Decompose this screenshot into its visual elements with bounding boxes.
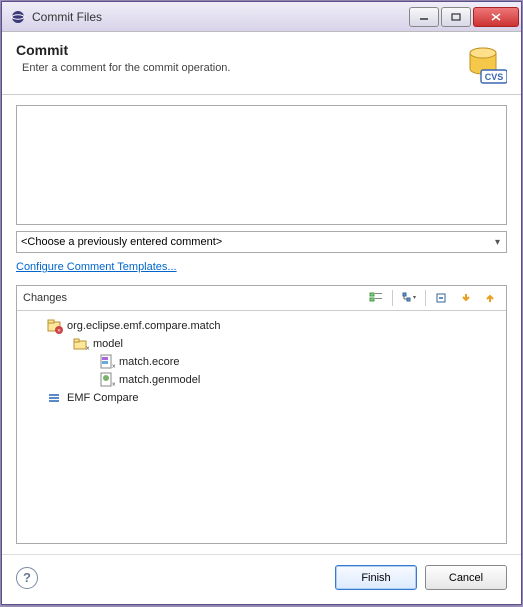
maximize-button[interactable]: [441, 7, 471, 27]
header-title: Commit: [16, 42, 465, 58]
flat-list-icon[interactable]: [366, 289, 386, 307]
titlebar: Commit Files: [2, 2, 521, 32]
toolbar-separator: [392, 290, 393, 306]
tree-mode-icon[interactable]: ▾: [399, 289, 419, 307]
window-title: Commit Files: [32, 10, 407, 24]
finish-button[interactable]: Finish: [335, 565, 417, 590]
header-subtitle: Enter a comment for the commit operation…: [16, 62, 465, 74]
tree-item-label: match.ecore: [119, 356, 180, 368]
ecore-file-icon: »: [99, 354, 115, 370]
eclipse-icon: [10, 9, 26, 25]
tree-item-folder[interactable]: » model: [21, 335, 502, 353]
window-buttons: [407, 7, 519, 27]
configure-templates-link[interactable]: Configure Comment Templates...: [16, 261, 507, 273]
header-text: Commit Enter a comment for the commit op…: [16, 42, 465, 74]
cancel-button[interactable]: Cancel: [425, 565, 507, 590]
tree-item-file[interactable]: » match.genmodel: [21, 371, 502, 389]
cvs-repository-icon: CVS: [465, 42, 507, 84]
tree-item-label: org.eclipse.emf.compare.match: [67, 320, 220, 332]
commit-comment-input[interactable]: [16, 105, 507, 225]
close-button[interactable]: [473, 7, 519, 27]
dialog-window: Commit Files Commit Enter a comment for …: [1, 1, 522, 605]
previous-comment-selected: <Choose a previously entered comment>: [21, 236, 222, 248]
collapse-all-icon[interactable]: [432, 289, 452, 307]
svg-text:»: »: [112, 363, 115, 370]
svg-text:»: »: [86, 345, 89, 352]
minimize-button[interactable]: [409, 7, 439, 27]
arrow-down-icon[interactable]: [456, 289, 476, 307]
changes-header: Changes ▾: [17, 286, 506, 311]
tree-item-label: match.genmodel: [119, 374, 200, 386]
tree-item-label: model: [93, 338, 123, 350]
arrow-up-icon[interactable]: [480, 289, 500, 307]
tree-item-project[interactable]: » org.eclipse.emf.compare.match: [21, 317, 502, 335]
changes-tree[interactable]: » org.eclipse.emf.compare.match » model …: [17, 311, 506, 543]
changes-label: Changes: [23, 292, 366, 304]
footer: ? Finish Cancel: [2, 554, 521, 604]
header: Commit Enter a comment for the commit op…: [2, 32, 521, 95]
changes-toolbar: ▾: [366, 289, 500, 307]
help-icon[interactable]: ?: [16, 567, 38, 589]
tree-item-workingset[interactable]: EMF Compare: [21, 389, 502, 407]
toolbar-separator: [425, 290, 426, 306]
previous-comment-dropdown[interactable]: <Choose a previously entered comment>: [16, 231, 507, 253]
folder-decorated-icon: »: [73, 336, 89, 352]
tree-item-label: EMF Compare: [67, 392, 139, 404]
svg-text:▾: ▾: [413, 295, 416, 301]
dialog-body: <Choose a previously entered comment> Co…: [2, 95, 521, 554]
svg-text:CVS: CVS: [485, 72, 504, 82]
tree-item-file[interactable]: » match.ecore: [21, 353, 502, 371]
genmodel-file-icon: »: [99, 372, 115, 388]
svg-text:»: »: [112, 381, 115, 388]
project-decorated-icon: »: [47, 318, 63, 334]
workingset-icon: [47, 390, 63, 406]
changes-panel: Changes ▾ » org.eclipse.emf.compare.matc…: [16, 285, 507, 544]
